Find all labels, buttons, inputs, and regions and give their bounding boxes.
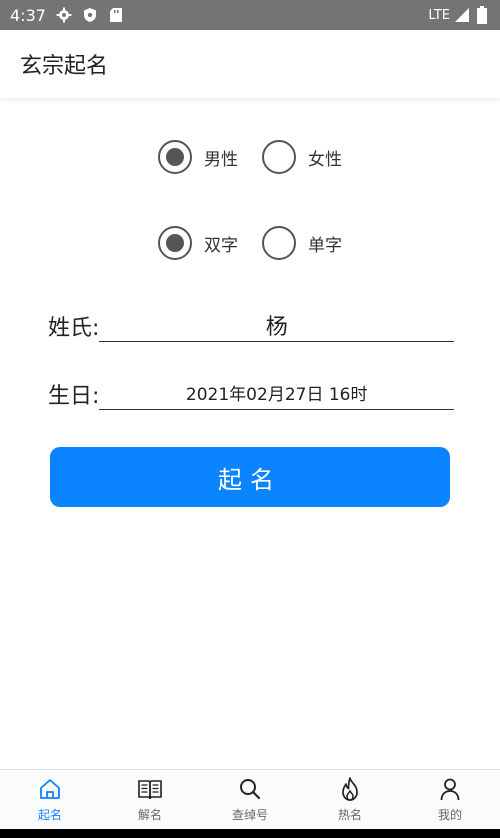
app-bar: 玄宗起名 — [0, 30, 500, 98]
radio-double-char[interactable]: 双字 — [158, 226, 238, 260]
radio-male-label: 男性 — [204, 149, 238, 170]
radio-double-char-label: 双字 — [204, 235, 238, 256]
radio-single-char[interactable]: 单字 — [262, 226, 342, 260]
radio-dot — [166, 148, 184, 166]
flame-icon — [342, 777, 358, 801]
radio-unchecked-icon — [262, 140, 296, 174]
gender-radio-group: 男性 女性 — [0, 140, 500, 174]
book-icon — [138, 780, 162, 800]
status-time: 4:37 — [10, 5, 46, 25]
nav-item-jieming[interactable]: 解名 — [100, 770, 200, 829]
page-title: 玄宗起名 — [20, 54, 109, 79]
birthday-row: 生日: — [48, 376, 454, 410]
battery-icon — [474, 6, 490, 24]
nav-item-qiming[interactable]: 起名 — [0, 770, 100, 829]
generate-name-button[interactable]: 起名 — [50, 447, 450, 507]
status-left: 4:37 — [10, 6, 124, 25]
system-nav-bar — [0, 829, 500, 838]
surname-input[interactable] — [99, 308, 454, 342]
surname-row: 姓氏: — [48, 308, 454, 342]
radio-female[interactable]: 女性 — [262, 140, 342, 174]
nav-label: 我的 — [437, 808, 462, 822]
birthday-label: 生日: — [48, 384, 100, 409]
nav-item-chachuohao[interactable]: 查绰号 — [200, 770, 300, 829]
nav-label: 查绰号 — [231, 808, 268, 822]
sd-card-icon — [108, 7, 124, 23]
surname-label: 姓氏: — [48, 316, 100, 341]
network-label: LTE — [428, 7, 450, 23]
radio-checked-icon — [158, 140, 192, 174]
signal-icon — [454, 7, 470, 23]
nav-label: 解名 — [137, 808, 162, 822]
radio-unchecked-icon — [262, 226, 296, 260]
radio-dot — [166, 234, 184, 252]
status-right: LTE — [428, 6, 490, 24]
person-icon — [440, 778, 460, 801]
settings-icon — [56, 7, 72, 23]
nav-label: 起名 — [37, 808, 62, 822]
status-bar: 4:37 LTE — [0, 0, 500, 30]
nav-item-wode[interactable]: 我的 — [400, 770, 500, 829]
shield-icon — [82, 7, 98, 23]
search-icon — [240, 779, 261, 800]
radio-female-label: 女性 — [308, 149, 342, 170]
radio-male[interactable]: 男性 — [158, 140, 238, 174]
bottom-nav: 起名 解名 查绰号 热名 我的 — [0, 769, 500, 829]
radio-checked-icon — [158, 226, 192, 260]
birthday-input[interactable] — [99, 376, 454, 410]
name-length-radio-group: 双字 单字 — [0, 226, 500, 260]
radio-single-char-label: 单字 — [308, 235, 342, 256]
nav-item-reming[interactable]: 热名 — [300, 770, 400, 829]
nav-label: 热名 — [337, 808, 362, 822]
home-icon — [40, 779, 60, 799]
